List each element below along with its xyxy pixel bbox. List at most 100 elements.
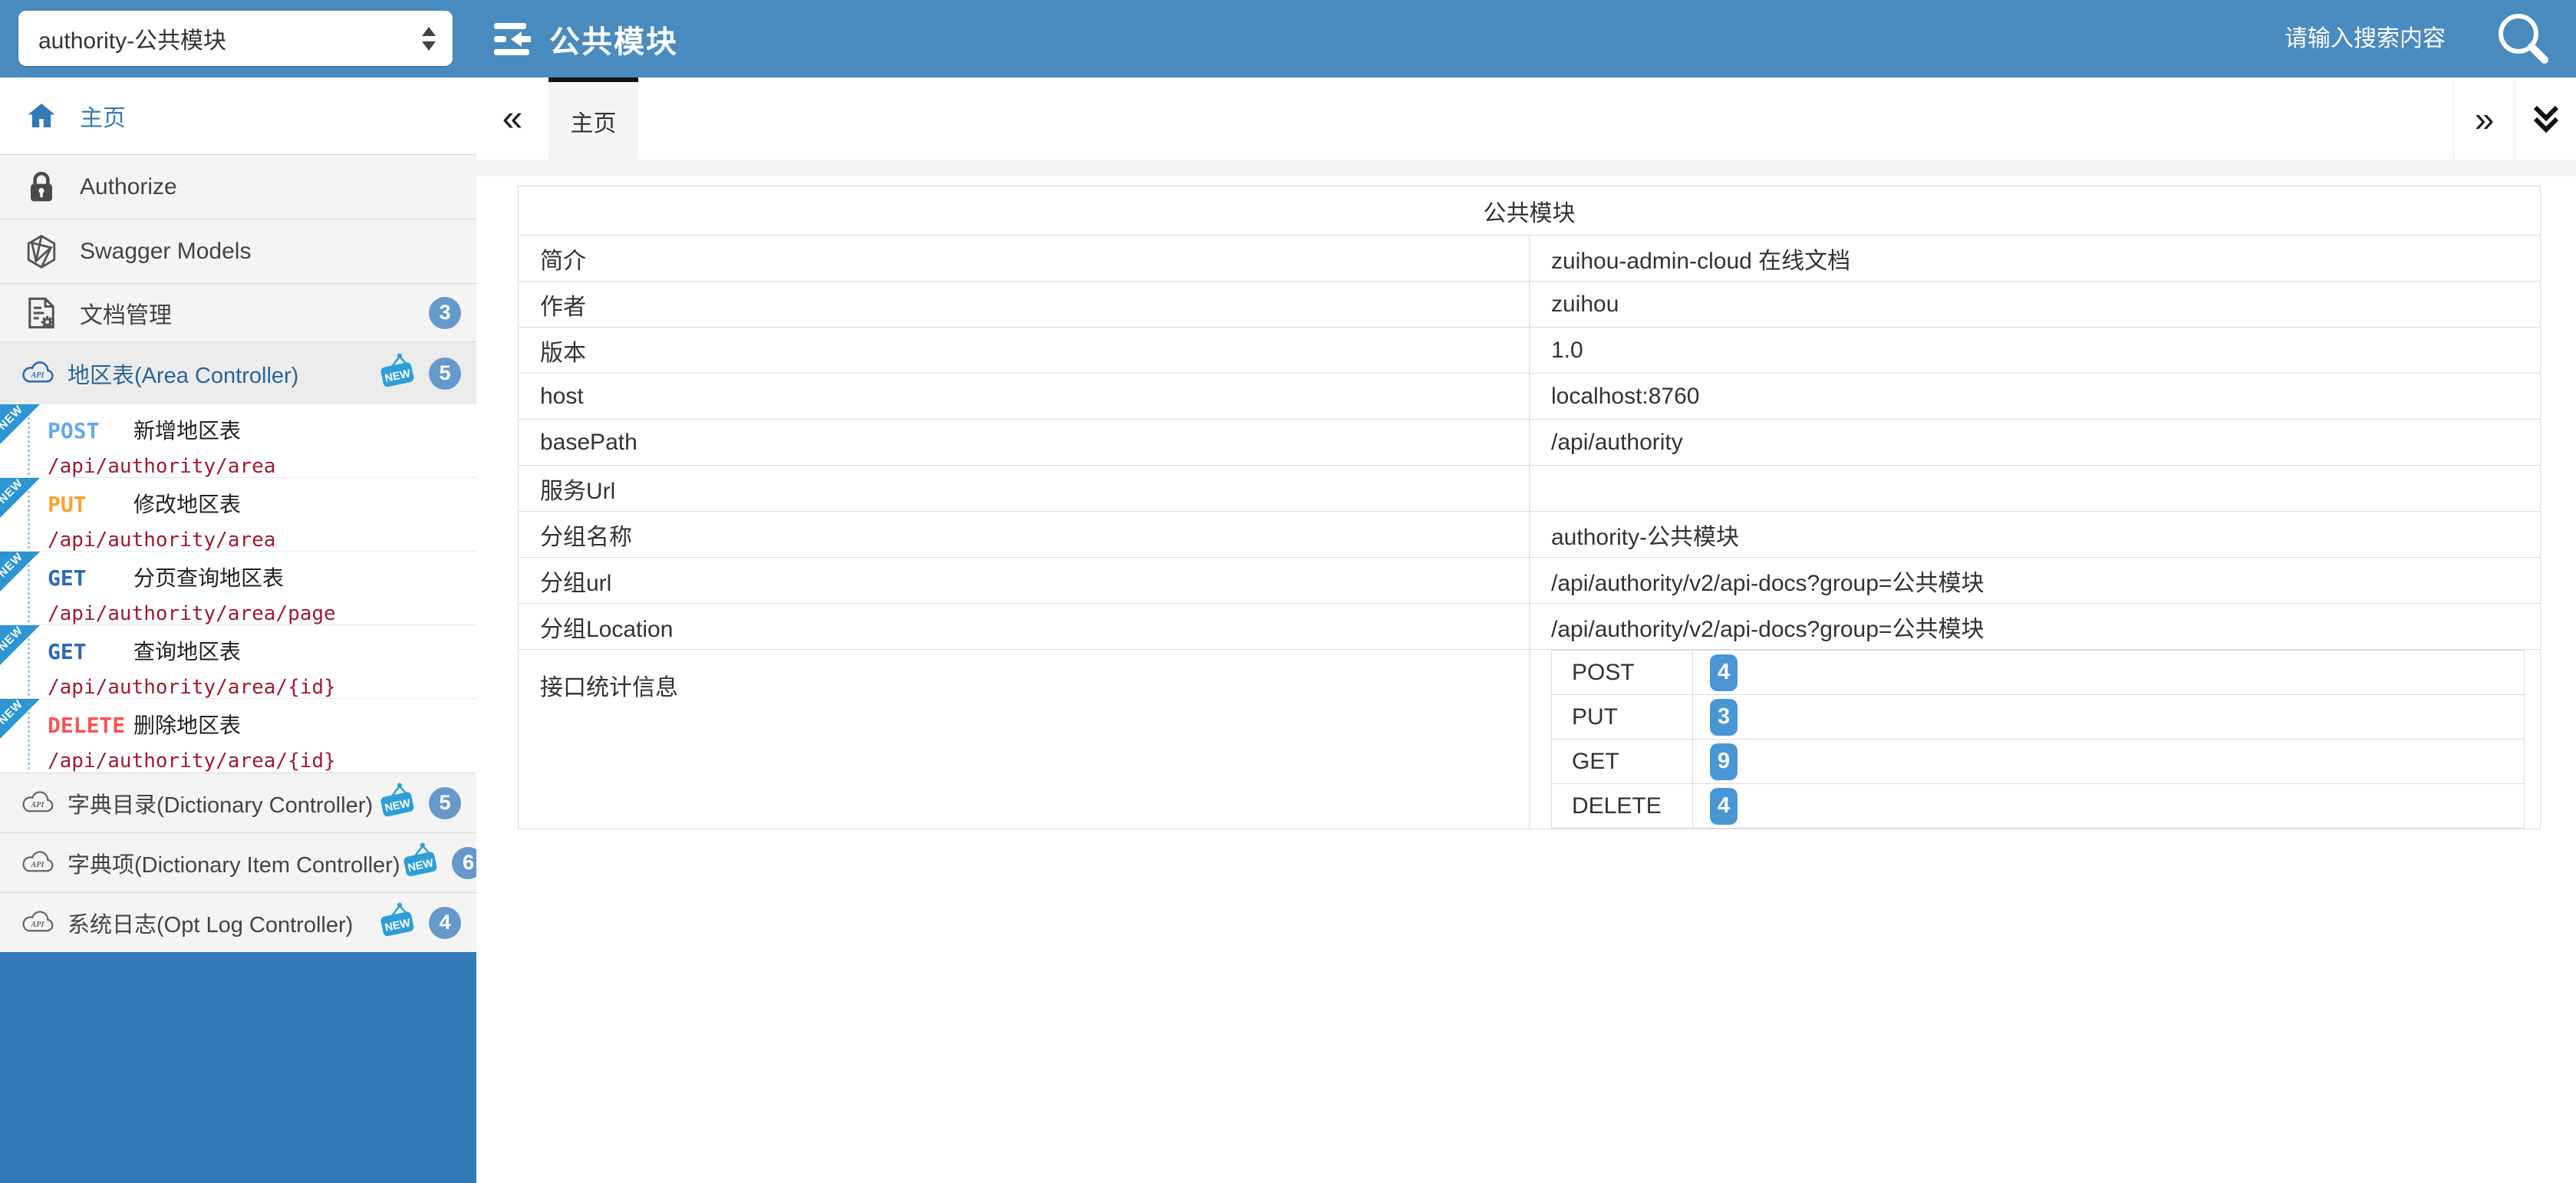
tab-bar-shadow-strip [476, 160, 2576, 176]
endpoint-put-area[interactable]: NEW PUT 修改地区表 /api/authority/area [0, 478, 476, 552]
endpoint-get-area-page[interactable]: NEW GET 分页查询地区表 /api/authority/area/page [0, 552, 476, 625]
swagger-bootstrap-ui-app: authority-公共模块 公共模块 [0, 0, 2576, 1183]
document-gear-icon [23, 295, 60, 331]
sidebar-item-label: 主页 [80, 99, 126, 133]
search-icon [2493, 9, 2553, 69]
row-value: authority-公共模块 [1530, 512, 2541, 558]
new-tag-icon: NEW [377, 780, 418, 826]
row-label: 分组Location [519, 604, 1530, 650]
sidebar-item-doc-manage[interactable]: 文档管理 3 [0, 283, 476, 341]
sidebar-controller-area[interactable]: API 地区表(Area Controller) NEW 5 [0, 341, 476, 404]
count-badge: 3 [1710, 699, 1738, 736]
svg-text:API: API [30, 861, 44, 869]
row-value: zuihou [1530, 282, 2541, 328]
cloud-api-icon: API [20, 361, 55, 387]
new-tag-icon: NEW [400, 840, 441, 886]
endpoint-name: 分页查询地区表 [133, 562, 284, 592]
new-tag-icon: NEW [377, 351, 418, 397]
endpoint-delete-area-id[interactable]: NEW DELETE 删除地区表 /api/authority/area/{id… [0, 699, 476, 773]
count-badge: 5 [429, 358, 461, 390]
chevron-double-left-icon: « [502, 97, 523, 140]
row-label: host [519, 374, 1530, 420]
row-value: /api/authority [1530, 420, 2541, 466]
endpoint-path: /api/authority/area/page [48, 602, 476, 625]
tab-home[interactable]: 主页 [548, 77, 638, 160]
row-value: /api/authority/v2/api-docs?group=公共模块 [1530, 558, 2541, 604]
endpoint-path: /api/authority/area/{id} [48, 676, 476, 699]
sidebar-item-label: Authorize [80, 174, 177, 200]
row-label: 接口统计信息 [519, 650, 1530, 829]
tab-bar-spacer [638, 77, 2453, 160]
cloud-api-icon: API [20, 790, 55, 816]
endpoint-get-area-id[interactable]: NEW GET 查询地区表 /api/authority/area/{id} [0, 625, 476, 699]
endpoint-path: /api/authority/area [48, 529, 476, 552]
table-row: GET 9 [1552, 740, 2525, 784]
sidebar-item-home[interactable]: 主页 [0, 77, 476, 154]
table-row: 简介 zuihou-admin-cloud 在线文档 [519, 236, 2541, 282]
method-label: PUT [48, 492, 133, 517]
app-logo: 公共模块 [494, 0, 678, 77]
tab-list-dropdown-button[interactable] [2515, 77, 2576, 160]
sidebar-controller-opt-log[interactable]: API 系统日志(Opt Log Controller) NEW 4 [0, 892, 476, 952]
tab-scroll-left-button[interactable]: « [476, 77, 548, 160]
tab-bar: « 主页 » [476, 77, 2576, 160]
module-table-title: 公共模块 [519, 186, 2541, 236]
endpoint-list: NEW POST 新增地区表 /api/authority/area NEW P… [0, 404, 476, 773]
group-select[interactable]: authority-公共模块 [18, 11, 453, 66]
count-badge: 4 [429, 907, 461, 939]
sidebar: 主页 Authorize Swagger Mode [0, 77, 476, 1183]
table-row: 分组url /api/authority/v2/api-docs?group=公… [519, 558, 2541, 604]
sidebar-item-label: Swagger Models [80, 239, 251, 265]
lock-icon [23, 170, 60, 205]
table-row: 公共模块 [519, 186, 2541, 236]
table-row: 分组名称 authority-公共模块 [519, 512, 2541, 558]
sidebar-controller-dictionary[interactable]: API 字典目录(Dictionary Controller) NEW 5 [0, 773, 476, 832]
group-select-value: authority-公共模块 [38, 21, 226, 55]
method-label: POST [48, 418, 133, 443]
method-label: GET [48, 639, 133, 664]
table-row: DELETE 4 [1552, 784, 2525, 829]
table-row: host localhost:8760 [519, 374, 2541, 420]
row-label: 服务Url [519, 466, 1530, 512]
page-title: 公共模块 [549, 17, 678, 61]
stats-method: GET [1552, 740, 1693, 784]
controller-label: 系统日志(Opt Log Controller) [68, 907, 353, 939]
chevron-double-right-icon: » [2475, 98, 2495, 140]
sidebar-item-authorize[interactable]: Authorize [0, 154, 476, 219]
row-value [1530, 466, 2541, 512]
row-value: /api/authority/v2/api-docs?group=公共模块 [1530, 604, 2541, 650]
new-ribbon-icon: NEW [0, 404, 44, 449]
endpoint-path: /api/authority/area/{id} [48, 750, 476, 773]
row-value: 1.0 [1530, 328, 2541, 374]
select-arrows-icon [422, 27, 436, 51]
cloud-api-icon: API [20, 850, 55, 876]
count-badge: 4 [1710, 788, 1738, 825]
new-ribbon-icon: NEW [0, 625, 44, 670]
search-input[interactable] [2016, 0, 2446, 77]
tab-label: 主页 [571, 104, 617, 138]
count-badge: 9 [1710, 743, 1738, 780]
sidebar-item-swagger-models[interactable]: Swagger Models [0, 219, 476, 283]
new-ribbon-icon: NEW [0, 478, 44, 522]
table-row: 版本 1.0 [519, 328, 2541, 374]
row-label: 分组名称 [519, 512, 1530, 558]
row-label: 作者 [519, 282, 1530, 328]
stats-count-cell: 4 [1693, 651, 2525, 695]
stats-count-cell: 3 [1693, 695, 2525, 740]
stats-cell: POST 4 PUT 3 [1530, 650, 2541, 829]
count-badge: 6 [452, 847, 476, 879]
new-tag-icon: NEW [377, 900, 418, 946]
table-row: 接口统计信息 POST 4 PUT [519, 650, 2541, 829]
top-header-bar: authority-公共模块 公共模块 [0, 0, 2576, 77]
cloud-api-icon: API [20, 910, 55, 936]
row-label: basePath [519, 420, 1530, 466]
swagger-models-icon [23, 234, 60, 269]
sidebar-controller-dictionary-item[interactable]: API 字典项(Dictionary Item Controller) NEW … [0, 832, 476, 892]
main-content: « 主页 » 公共模块 [476, 77, 2576, 1183]
svg-text:API: API [30, 921, 44, 929]
tab-scroll-right-button[interactable]: » [2453, 77, 2515, 160]
row-value: localhost:8760 [1530, 374, 2541, 420]
endpoint-post-area[interactable]: NEW POST 新增地区表 /api/authority/area [0, 404, 476, 478]
search-button[interactable] [2492, 8, 2555, 71]
svg-text:API: API [30, 371, 44, 380]
